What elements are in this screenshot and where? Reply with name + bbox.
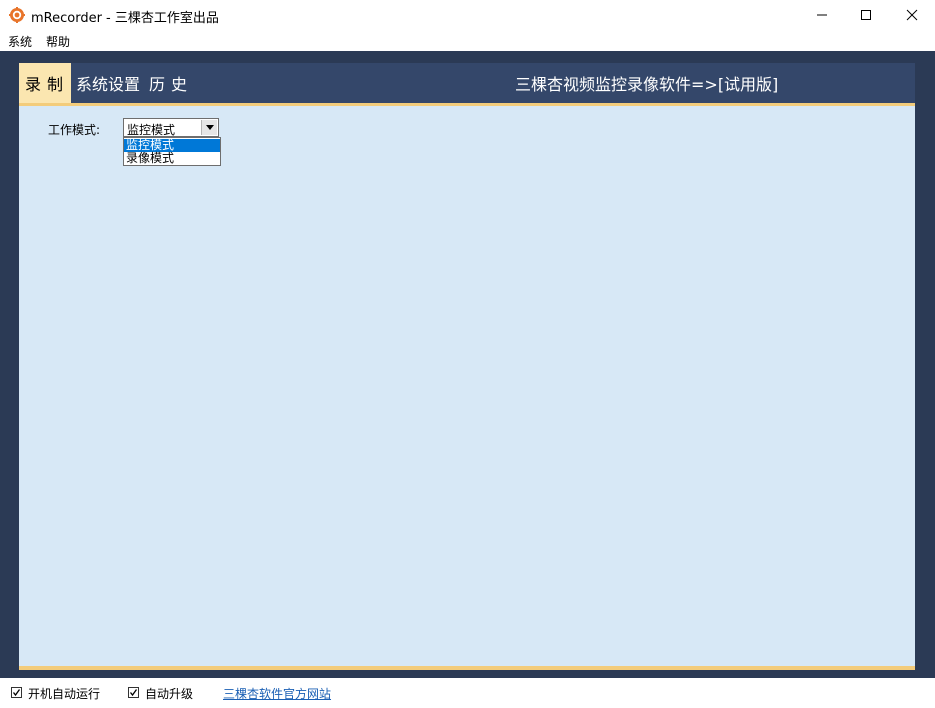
menu-bar: 系统 帮助 — [0, 30, 935, 51]
tab-record[interactable]: 录制 — [19, 63, 71, 103]
tab-history[interactable]: 历史 — [149, 63, 193, 103]
autoupdate-label[interactable]: 自动升级 — [145, 685, 193, 702]
official-website-link[interactable]: 三棵杏软件官方网站 — [223, 685, 331, 702]
tab-system-settings[interactable]: 系统设置 — [76, 63, 140, 103]
autoupdate-checkbox[interactable] — [128, 687, 139, 698]
app-gear-icon — [9, 7, 25, 23]
work-mode-dropdown-list: 监控模式 录像模式 — [123, 137, 221, 166]
close-button[interactable] — [889, 0, 935, 30]
option-record-mode[interactable]: 录像模式 — [124, 152, 220, 165]
title-bar: mRecorder - 三棵杏工作室出品 — [0, 0, 935, 30]
minimize-button[interactable] — [799, 0, 845, 30]
chevron-down-icon — [206, 125, 214, 130]
autostart-checkbox[interactable] — [11, 687, 22, 698]
checkmark-icon — [129, 688, 138, 697]
close-icon — [906, 9, 918, 21]
menu-system[interactable]: 系统 — [8, 33, 32, 50]
dropdown-arrow-button[interactable] — [201, 120, 217, 135]
status-bar: 开机自动运行 自动升级 三棵杏软件官方网站 — [0, 678, 935, 708]
tab-strip: 录制 系统设置 历史 — [19, 63, 915, 103]
product-title: 三棵杏视频监控录像软件=>[试用版] — [515, 63, 778, 103]
work-mode-value: 监控模式 — [127, 121, 175, 138]
window-title: mRecorder - 三棵杏工作室出品 — [31, 7, 219, 26]
minimize-icon — [816, 9, 828, 21]
work-mode-select[interactable]: 监控模式 — [123, 118, 219, 137]
maximize-icon — [860, 9, 872, 21]
maximize-button[interactable] — [843, 0, 889, 30]
record-panel — [19, 103, 915, 670]
work-mode-label: 工作模式: — [48, 121, 100, 138]
checkmark-icon — [12, 688, 21, 697]
autostart-label[interactable]: 开机自动运行 — [28, 685, 100, 702]
menu-help[interactable]: 帮助 — [46, 33, 70, 50]
